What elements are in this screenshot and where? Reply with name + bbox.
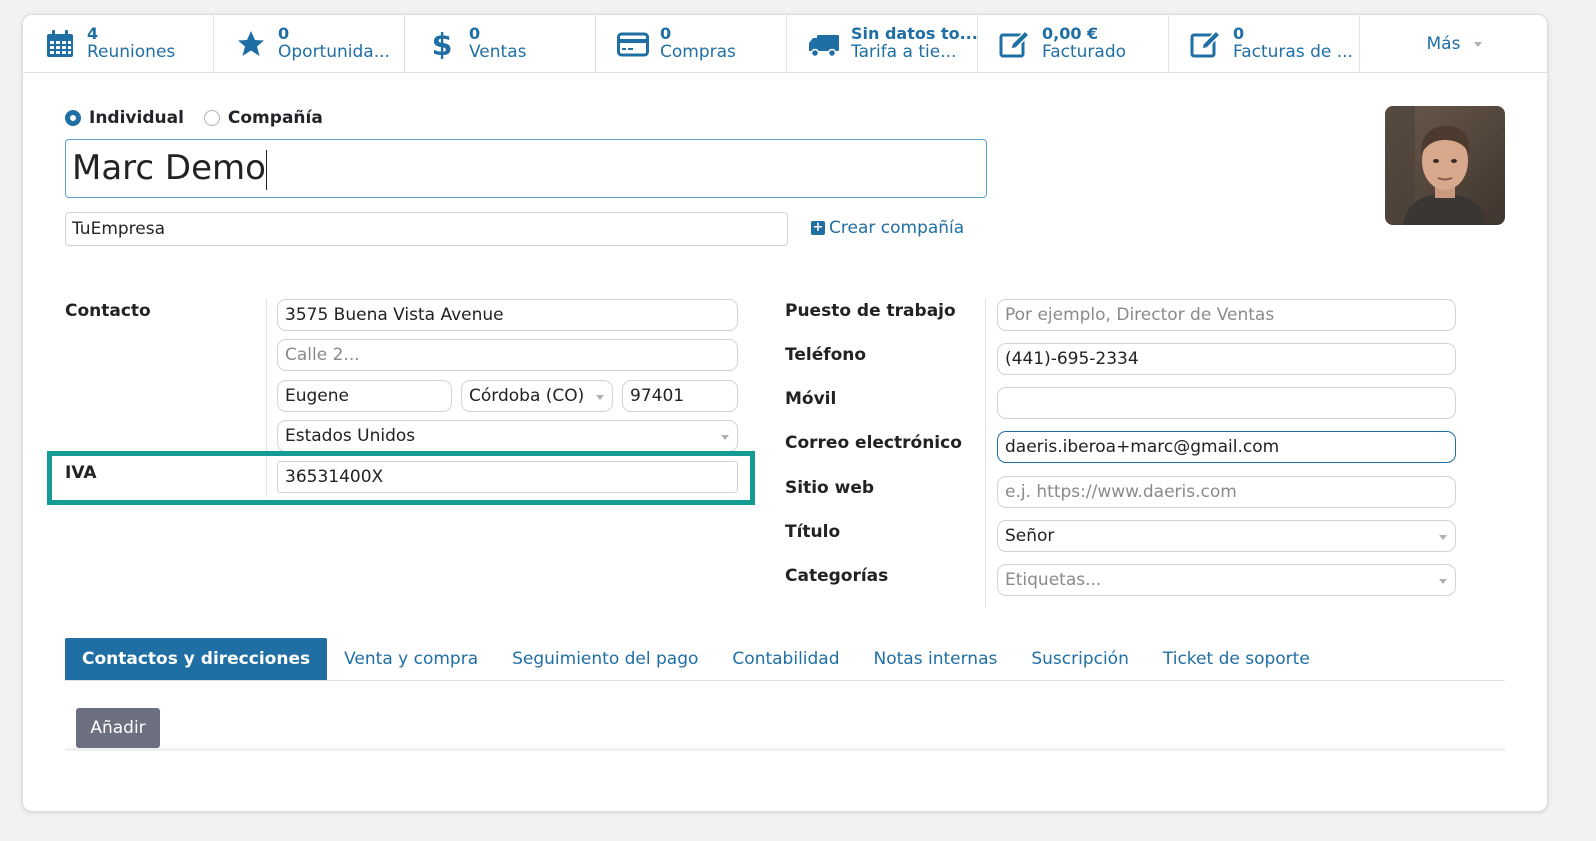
avatar[interactable]: [1385, 106, 1505, 225]
country-select[interactable]: Estados Unidos: [277, 420, 738, 452]
sales-label: Ventas: [469, 43, 527, 63]
more-label: Más: [1426, 34, 1461, 54]
tags-label: Categorías: [785, 566, 889, 586]
create-company-link[interactable]: + Crear compañía: [811, 218, 964, 238]
website-input[interactable]: e.j. https://www.daeris.com: [997, 476, 1456, 508]
contact-label: Contacto: [65, 301, 151, 321]
website-label: Sitio web: [785, 478, 875, 498]
on-time-rate-value: Sin datos to...: [851, 25, 977, 44]
calendar-icon: [43, 27, 77, 61]
email-input[interactable]: daeris.iberoa+marc@gmail.com: [997, 431, 1456, 463]
radio-individual-label: Individual: [89, 108, 184, 128]
invoiced-label: Facturado: [1042, 43, 1127, 63]
tab-contacts-addresses[interactable]: Contactos y direcciones: [65, 638, 328, 680]
divider: [65, 748, 1505, 751]
edit-icon: [998, 27, 1032, 61]
add-button[interactable]: Añadir: [76, 708, 160, 748]
phone-input[interactable]: (441)-695-2334: [997, 343, 1456, 375]
truck-icon: [807, 27, 841, 61]
dollar-icon: $: [425, 27, 459, 61]
svg-text:$: $: [432, 29, 453, 59]
tab-sales-purchase[interactable]: Venta y compra: [327, 638, 495, 680]
tab-accounting[interactable]: Contabilidad: [715, 638, 856, 680]
tags-placeholder: Etiquetas...: [1005, 570, 1102, 590]
mobile-input[interactable]: [997, 387, 1456, 419]
state-select[interactable]: Córdoba (CO): [461, 380, 613, 412]
chevron-down-icon: [1439, 579, 1447, 584]
create-company-label: Crear compañía: [829, 218, 965, 238]
text-cursor: [265, 149, 267, 190]
on-time-rate-label: Tarifa a tie...: [851, 43, 957, 63]
radio-checked-icon: [65, 110, 81, 126]
radio-company-label: Compañía: [227, 108, 323, 128]
radio-company[interactable]: Compañía: [203, 108, 323, 128]
opportunities-button[interactable]: 0 Oportunida...: [214, 15, 405, 73]
name-value: Marc Demo: [72, 148, 266, 188]
radio-unchecked-icon: [203, 110, 220, 126]
tab-payment-follow-up[interactable]: Seguimiento del pago: [495, 638, 715, 680]
opportunities-label: Oportunida...: [278, 43, 390, 63]
plus-square-icon: +: [811, 220, 825, 235]
state-value: Córdoba (CO): [469, 386, 585, 406]
credit-card-icon: [616, 27, 650, 61]
invoiced-button[interactable]: 0,00 € Facturado: [978, 15, 1169, 73]
chevron-down-icon: [721, 435, 729, 440]
sales-button[interactable]: $ 0 Ventas: [405, 15, 596, 73]
radio-individual[interactable]: Individual: [65, 108, 184, 128]
partner-form-card: 4 Reuniones 0 Oportunida... $ 0 Ventas 0 Com…: [22, 14, 1548, 812]
meetings-label: Reuniones: [87, 43, 176, 63]
smart-buttons-bar: 4 Reuniones 0 Oportunida... $ 0 Ventas 0 Com…: [23, 15, 1547, 73]
partner-type-selector: Individual Compañía: [65, 108, 343, 128]
title-label: Título: [785, 522, 841, 542]
tab-internal-notes[interactable]: Notas internas: [857, 638, 1015, 680]
country-value: Estados Unidos: [285, 426, 416, 446]
meetings-button[interactable]: 4 Reuniones: [23, 15, 214, 73]
email-label: Correo electrónico: [785, 433, 962, 453]
job-input[interactable]: Por ejemplo, Director de Ventas: [997, 299, 1456, 331]
title-select[interactable]: Señor: [997, 520, 1456, 552]
on-time-rate-button[interactable]: Sin datos to... Tarifa a tie...: [787, 15, 978, 73]
chevron-down-icon: [1439, 535, 1447, 540]
company-input[interactable]: TuEmpresa: [65, 212, 788, 246]
street2-input[interactable]: Calle 2...: [277, 339, 738, 371]
edit-icon: [1189, 27, 1223, 61]
title-value: Señor: [1005, 526, 1055, 546]
tab-support-ticket[interactable]: Ticket de soporte: [1146, 638, 1327, 680]
chevron-down-icon: [1474, 41, 1483, 47]
star-icon: [234, 27, 268, 61]
mobile-label: Móvil: [785, 389, 837, 409]
street-input[interactable]: 3575 Buena Vista Avenue: [277, 299, 738, 331]
invoiced-amount: 0,00 €: [1042, 25, 1099, 44]
name-input[interactable]: Marc Demo: [65, 139, 987, 198]
purchases-count: 0: [660, 25, 672, 44]
sales-count: 0: [469, 25, 481, 44]
right-divider: [985, 298, 986, 608]
purchases-button[interactable]: 0 Compras: [596, 15, 787, 73]
opportunities-count: 0: [278, 25, 290, 44]
job-label: Puesto de trabajo: [785, 301, 956, 321]
zip-input[interactable]: 97401: [622, 380, 738, 412]
tab-subscription[interactable]: Suscripción: [1014, 638, 1146, 680]
notebook-tabs: Contactos y direcciones Venta y compra S…: [65, 634, 1505, 681]
chevron-down-icon: [596, 395, 604, 400]
vendor-bills-label: Facturas de ...: [1233, 43, 1353, 63]
vendor-bills-count: 0: [1233, 25, 1245, 44]
more-dropdown[interactable]: Más: [1360, 15, 1547, 73]
purchases-label: Compras: [660, 43, 736, 63]
vendor-bills-button[interactable]: 0 Facturas de ...: [1169, 15, 1360, 73]
phone-label: Teléfono: [785, 345, 867, 365]
city-input[interactable]: Eugene: [277, 380, 452, 412]
vat-highlight-box: [47, 451, 755, 505]
tags-input[interactable]: Etiquetas...: [997, 564, 1456, 596]
meetings-count: 4: [87, 25, 99, 44]
